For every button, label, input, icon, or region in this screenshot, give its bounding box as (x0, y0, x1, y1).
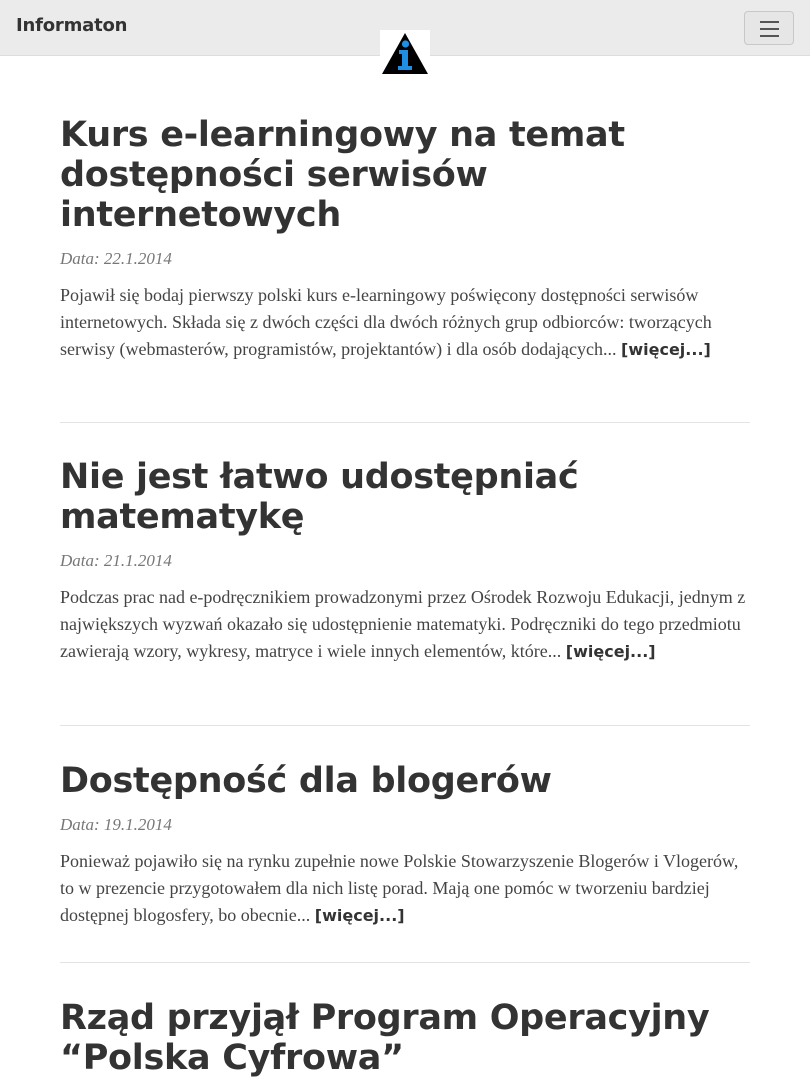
post-title-link[interactable]: Dostępność dla blogerów (60, 761, 552, 801)
read-more-link[interactable]: [więcej...] (566, 642, 656, 661)
brand-link[interactable]: Informaton (16, 15, 127, 36)
post-excerpt: Podczas prac nad e-podręcznikiem prowadz… (60, 584, 750, 665)
post-item: Nie jest łatwo udostępniać matematykę Da… (60, 457, 750, 665)
hamburger-menu-icon (760, 21, 779, 23)
post-title: Kurs e-learningowy na temat dostępności … (60, 115, 750, 235)
post-title-link[interactable]: Nie jest łatwo udostępniać matematykę (60, 457, 579, 537)
post-title: Nie jest łatwo udostępniać matematykę (60, 457, 750, 537)
post-date: Data: 21.1.2014 (60, 551, 172, 570)
post-date: Data: 22.1.2014 (60, 249, 172, 268)
post-divider (60, 725, 750, 726)
hamburger-menu-icon-bar (760, 28, 779, 30)
post-excerpt: Pojawił się bodaj pierwszy polski kurs e… (60, 282, 750, 363)
post-title-link[interactable]: Kurs e-learningowy na temat dostępności … (60, 115, 625, 235)
post-divider (60, 962, 750, 963)
post-item: Kurs e-learningowy na temat dostępności … (60, 115, 750, 363)
hamburger-menu-icon-bar (760, 35, 779, 37)
post-title-link[interactable]: Rząd przyjął Program Operacyjny “Polska … (60, 998, 710, 1078)
post-title: Rząd przyjął Program Operacyjny “Polska … (60, 998, 750, 1078)
post-item: Rząd przyjął Program Operacyjny “Polska … (60, 998, 750, 1078)
hamburger-menu-button[interactable] (744, 11, 794, 45)
post-date: Data: 19.1.2014 (60, 815, 172, 834)
read-more-link[interactable]: [więcej...] (621, 340, 711, 359)
navbar: Informaton (0, 0, 810, 76)
post-excerpt: Ponieważ pojawiło się na rynku zupełnie … (60, 848, 750, 929)
post-divider (60, 422, 750, 423)
post-excerpt-text: Pojawił się bodaj pierwszy polski kurs e… (60, 285, 712, 359)
post-title: Dostępność dla blogerów (60, 761, 750, 801)
read-more-link[interactable]: [więcej...] (315, 906, 405, 925)
post-item: Dostępność dla blogerów Data: 19.1.2014 … (60, 761, 750, 929)
info-logo-icon[interactable] (380, 30, 430, 76)
